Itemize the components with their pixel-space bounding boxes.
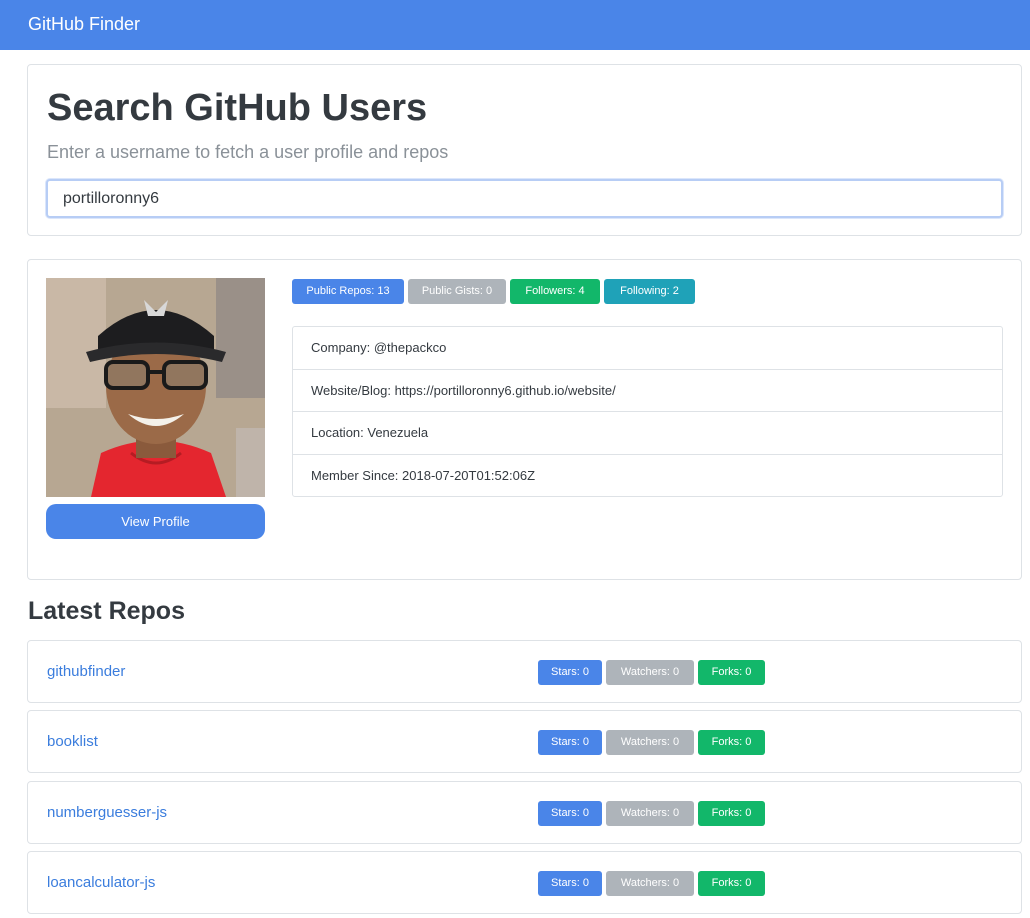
following-badge: Following: 2 <box>604 279 695 304</box>
public-repos-badge: Public Repos: 13 <box>292 279 404 304</box>
repo-link[interactable]: numberguesser-js <box>47 804 167 821</box>
repo-card: githubfinder Stars: 0 Watchers: 0 Forks:… <box>27 640 1022 703</box>
info-website: Website/Blog: https://portilloronny6.git… <box>293 370 1002 412</box>
watchers-badge: Watchers: 0 <box>606 730 694 755</box>
stars-badge: Stars: 0 <box>538 871 602 896</box>
navbar-brand[interactable]: GitHub Finder <box>28 14 140 35</box>
search-card: Search GitHub Users Enter a username to … <box>27 64 1022 236</box>
latest-repos-heading: Latest Repos <box>28 597 185 625</box>
stars-badge: Stars: 0 <box>538 660 602 685</box>
forks-badge: Forks: 0 <box>698 660 765 685</box>
search-lead: Enter a username to fetch a user profile… <box>47 142 449 162</box>
navbar: GitHub Finder <box>0 0 1030 50</box>
info-location: Location: Venezuela <box>293 412 1002 455</box>
watchers-badge: Watchers: 0 <box>606 871 694 896</box>
search-title: Search GitHub Users <box>47 87 428 129</box>
followers-badge: Followers: 4 <box>510 279 600 304</box>
info-company: Company: @thepackco <box>293 327 1002 370</box>
public-gists-badge: Public Gists: 0 <box>408 279 506 304</box>
forks-badge: Forks: 0 <box>698 801 765 826</box>
forks-badge: Forks: 0 <box>698 871 765 896</box>
profile-card: View Profile Public Repos: 13 Public Gis… <box>27 259 1022 580</box>
repo-card: numberguesser-js Stars: 0 Watchers: 0 Fo… <box>27 781 1022 844</box>
view-profile-button[interactable]: View Profile <box>46 504 265 539</box>
stars-badge: Stars: 0 <box>538 801 602 826</box>
repo-link[interactable]: githubfinder <box>47 663 125 680</box>
repo-card: booklist Stars: 0 Watchers: 0 Forks: 0 <box>27 710 1022 773</box>
stars-badge: Stars: 0 <box>538 730 602 755</box>
avatar-photo <box>46 278 265 497</box>
watchers-badge: Watchers: 0 <box>606 801 694 826</box>
forks-badge: Forks: 0 <box>698 730 765 755</box>
search-input[interactable] <box>46 179 1003 218</box>
repo-link[interactable]: booklist <box>47 733 98 750</box>
avatar <box>46 278 265 497</box>
repo-card: loancalculator-js Stars: 0 Watchers: 0 F… <box>27 851 1022 914</box>
profile-info-list: Company: @thepackco Website/Blog: https:… <box>292 326 1003 497</box>
info-member-since: Member Since: 2018-07-20T01:52:06Z <box>311 467 536 483</box>
repo-link[interactable]: loancalculator-js <box>47 874 155 891</box>
watchers-badge: Watchers: 0 <box>606 660 694 685</box>
